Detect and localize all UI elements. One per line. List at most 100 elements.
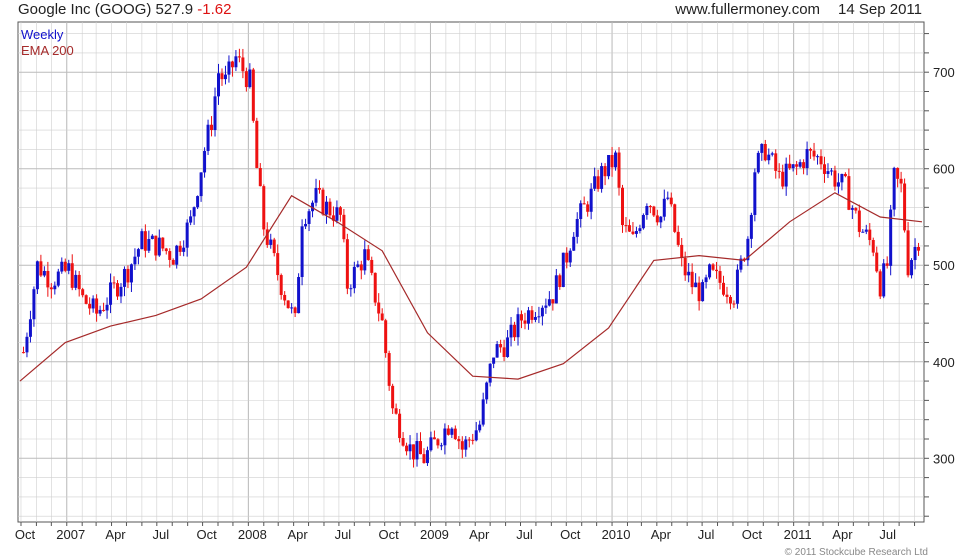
weekly-bar-body <box>150 235 154 240</box>
weekly-bar-body <box>25 336 29 353</box>
weekly-bar-body <box>533 317 537 320</box>
weekly-bar-body <box>324 201 328 215</box>
weekly-bar-body <box>756 152 760 173</box>
weekly-bar-body <box>906 230 910 276</box>
weekly-bar-body <box>112 282 116 284</box>
weekly-bar-body <box>161 237 165 249</box>
weekly-bar-body <box>460 441 464 450</box>
weekly-bar-body <box>157 237 161 256</box>
weekly-bar-body <box>352 266 356 289</box>
weekly-bar-body <box>826 171 830 174</box>
weekly-bar-body <box>683 257 687 276</box>
weekly-bar-body <box>896 167 900 179</box>
x-tick-label: Apr <box>469 527 490 542</box>
x-tick-label: Oct <box>742 527 763 542</box>
weekly-bar-body <box>304 223 308 227</box>
weekly-bar-body <box>293 307 297 314</box>
weekly-bar-body <box>213 96 217 130</box>
weekly-bar-body <box>56 271 60 286</box>
weekly-bar-body <box>143 231 147 251</box>
weekly-bar-body <box>753 172 757 215</box>
x-tick-label: Apr <box>105 527 126 542</box>
weekly-bar-body <box>74 274 78 288</box>
weekly-bar-body <box>220 73 224 80</box>
weekly-bar-body <box>530 310 534 320</box>
weekly-bar-body <box>206 124 210 151</box>
weekly-bar-body <box>98 309 102 314</box>
weekly-bar-body <box>119 286 123 297</box>
legend-ema: EMA 200 <box>21 43 74 58</box>
weekly-bar-body <box>725 294 729 297</box>
weekly-bar-body <box>164 248 168 252</box>
weekly-bar-body <box>217 73 221 97</box>
x-tick-label: 2009 <box>420 527 449 542</box>
weekly-bar-body <box>356 264 360 267</box>
weekly-bar-body <box>67 263 71 271</box>
weekly-bar-body <box>610 155 614 168</box>
price-chart: Oct 2007 Apr Jul Oct 2008 Apr Jul Oct 2009 Apr Jul O… <box>15 21 955 542</box>
weekly-bar-body <box>673 204 677 232</box>
weekly-bar-body <box>168 251 172 260</box>
weekly-bar-body <box>345 239 349 289</box>
weekly-bar-body <box>565 252 569 263</box>
weekly-bar-body <box>627 225 631 232</box>
weekly-bar-body <box>105 304 109 311</box>
weekly-bar-body <box>349 288 353 290</box>
weekly-bar-body <box>499 344 503 348</box>
weekly-bar-body <box>49 287 53 290</box>
weekly-bar-body <box>377 302 381 314</box>
weekly-bar-body <box>687 271 691 276</box>
x-tick-label: 2008 <box>238 527 267 542</box>
weekly-bar-body <box>843 173 847 177</box>
x-tick-label: Jul <box>879 527 896 542</box>
weekly-bar-body <box>405 445 409 452</box>
weekly-bar-body <box>116 283 120 297</box>
weekly-bar-body <box>861 231 865 233</box>
weekly-bar-body <box>363 249 367 271</box>
weekly-bar-body <box>77 274 81 290</box>
weekly-bar-body <box>63 261 67 271</box>
weekly-bar-body <box>237 56 241 58</box>
weekly-bar-body <box>735 269 739 304</box>
weekly-bar-body <box>450 428 454 435</box>
weekly-bar-body <box>551 299 555 304</box>
weekly-bar-body <box>847 176 851 210</box>
weekly-bar-body <box>178 245 182 252</box>
weekly-bar-body <box>175 245 179 265</box>
weekly-bar-body <box>387 353 391 386</box>
weekly-bar-body <box>432 437 436 440</box>
x-tick-label: Apr <box>288 527 309 542</box>
weekly-bar-body <box>133 256 137 265</box>
weekly-bar-body <box>481 399 485 425</box>
weekly-bar-body <box>833 170 837 187</box>
weekly-bar-body <box>547 299 551 306</box>
weekly-bar-body <box>701 282 705 302</box>
weekly-bar-body <box>704 277 708 283</box>
x-tick-label: Oct <box>560 527 581 542</box>
weekly-bar-body <box>126 268 130 283</box>
weekly-bar-body <box>648 206 652 208</box>
weekly-bar-body <box>102 309 106 311</box>
weekly-bar-body <box>516 314 520 338</box>
weekly-bar-body <box>506 337 510 358</box>
weekly-bar-body <box>575 219 579 237</box>
weekly-bar-body <box>634 231 638 234</box>
weekly-bar-body <box>760 143 764 153</box>
weekly-bar-body <box>620 187 624 226</box>
weekly-bar-body <box>784 163 788 187</box>
weekly-bar-body <box>676 231 680 245</box>
weekly-bar-body <box>728 296 732 304</box>
weekly-bar-body <box>596 176 600 189</box>
weekly-bar-body <box>122 268 126 287</box>
weekly-bar-body <box>394 408 398 414</box>
weekly-bar-body <box>903 183 907 231</box>
weekly-bar-body <box>154 235 158 256</box>
weekly-bar-body <box>398 413 402 439</box>
weekly-bar-body <box>439 445 443 447</box>
weekly-bar-body <box>328 201 332 216</box>
weekly-bar-body <box>795 164 799 167</box>
weekly-bar-body <box>248 69 252 88</box>
x-tick-label: 2011 <box>784 527 812 542</box>
weekly-bar-body <box>791 164 795 169</box>
weekly-bar-body <box>718 271 722 283</box>
